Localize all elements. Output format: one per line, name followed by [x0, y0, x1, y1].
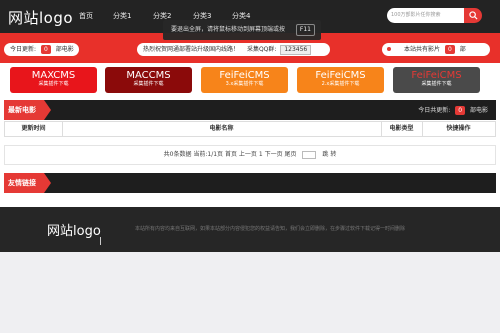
banner-maccms[interactable]: MACCMS 采集插件下载	[105, 67, 192, 93]
banner-subtitle: 采集插件下载	[38, 81, 69, 87]
search-icon	[469, 11, 478, 20]
col-update-time: 更新时间	[21, 125, 46, 132]
banner-title: FeiFeiCMS	[219, 70, 270, 81]
latest-today-info: 今日共更新: 0 部电影	[418, 105, 488, 115]
site-logo[interactable]: 网站logo	[8, 7, 73, 28]
pagination: 共0条数据 当前:1/1页 首页 上一页 1 下一页 尾页 跳 转	[4, 145, 496, 165]
banner-feifeicms-2x[interactable]: FeiFeiCMS 2.x采集插件下载	[297, 67, 384, 93]
footer: 网站logo 本站所有内容均来自互联网，如果本站部分内容侵犯您的权益请告知，我们…	[0, 207, 500, 252]
pager-jump-button[interactable]: 跳 转	[322, 151, 336, 158]
col-quick-actions: 快捷操作	[446, 125, 471, 132]
banner-feifeicms[interactable]: FeiFeiCMS 采集插件下载	[393, 67, 480, 93]
latest-today-count: 0	[455, 106, 466, 115]
banner-subtitle: 采集插件下载	[421, 81, 452, 87]
search-button[interactable]	[464, 8, 482, 23]
pager-summary: 共0条数据 当前:1/1页	[163, 151, 224, 158]
pager-last[interactable]: 尾页	[285, 151, 297, 158]
today-unit: 部电影	[55, 46, 74, 53]
latest-today-label: 今日共更新:	[418, 107, 451, 114]
latest-section-bar: 最新电影 今日共更新: 0 部电影	[4, 100, 496, 120]
banner-subtitle: 采集插件下载	[133, 81, 164, 87]
movie-table-header: 更新时间 电影名称 电影类型 快捷操作	[4, 121, 496, 137]
footer-disclaimer: 本站所有内容均来自互联网，如果本站部分内容侵犯您的权益请告知，我们会立即删除，在…	[135, 226, 406, 232]
fullscreen-key: F11	[295, 24, 315, 36]
notice-pill: 热烈祝贺网通部署站升级国内线路！ 采集QQ群: 123456	[137, 43, 330, 56]
total-unit: 部	[459, 46, 466, 53]
page-background	[0, 252, 500, 333]
text-cursor	[100, 237, 101, 245]
jump-page-input[interactable]	[302, 150, 317, 159]
dot-icon	[387, 47, 391, 51]
links-section-title: 友情链接	[4, 173, 51, 193]
qq-value: 123456	[280, 45, 312, 55]
qq-label: 采集QQ群:	[246, 46, 277, 53]
today-update-pill: 今日更新: 0 部电影	[4, 43, 79, 56]
nav-category-1[interactable]: 分类1	[113, 11, 131, 21]
total-count-badge: 0	[444, 45, 455, 54]
pager-prev[interactable]: 上一页	[239, 151, 257, 158]
today-label: 今日更新:	[10, 46, 37, 53]
fullscreen-tip-text: 要退出全屏，请将鼠标移动到屏幕顶端或按	[171, 26, 286, 33]
today-count-badge: 0	[40, 45, 51, 54]
latest-section-title: 最新电影	[4, 100, 51, 120]
total-label: 本站共有影片	[404, 46, 441, 53]
pager-first[interactable]: 首页	[225, 151, 237, 158]
pager-next[interactable]: 下一页	[265, 151, 283, 158]
footer-logo: 网站logo	[47, 224, 101, 239]
col-movie-name: 电影名称	[209, 125, 234, 132]
banner-title: MACCMS	[126, 70, 171, 81]
banner-title: FeiFeiCMS	[411, 70, 462, 81]
banner-subtitle: 2.x采集插件下载	[321, 81, 360, 87]
banner-feifeicms-3x[interactable]: FeiFeiCMS 3.x采集插件下载	[201, 67, 288, 93]
banner-maxcms[interactable]: MAXCMS 采集插件下载	[10, 67, 97, 93]
pager-page[interactable]: 1	[259, 151, 263, 158]
banner-title: MAXCMS	[31, 70, 76, 81]
total-pill: 本站共有影片 0 部	[382, 43, 490, 56]
col-movie-type: 电影类型	[389, 125, 414, 132]
search-input[interactable]: 100万部影片任你搜索	[387, 8, 464, 23]
links-section-bar: 友情链接	[4, 173, 496, 193]
latest-today-unit: 部电影	[469, 107, 488, 114]
banner-subtitle: 3.x采集插件下载	[225, 81, 264, 87]
banner-title: FeiFeiCMS	[315, 70, 366, 81]
notice-text: 热烈祝贺网通部署站升级国内线路！	[143, 46, 240, 53]
fullscreen-tooltip: 要退出全屏，请将鼠标移动到屏幕顶端或按 F11	[163, 20, 321, 40]
nav-home[interactable]: 首页	[79, 11, 93, 21]
